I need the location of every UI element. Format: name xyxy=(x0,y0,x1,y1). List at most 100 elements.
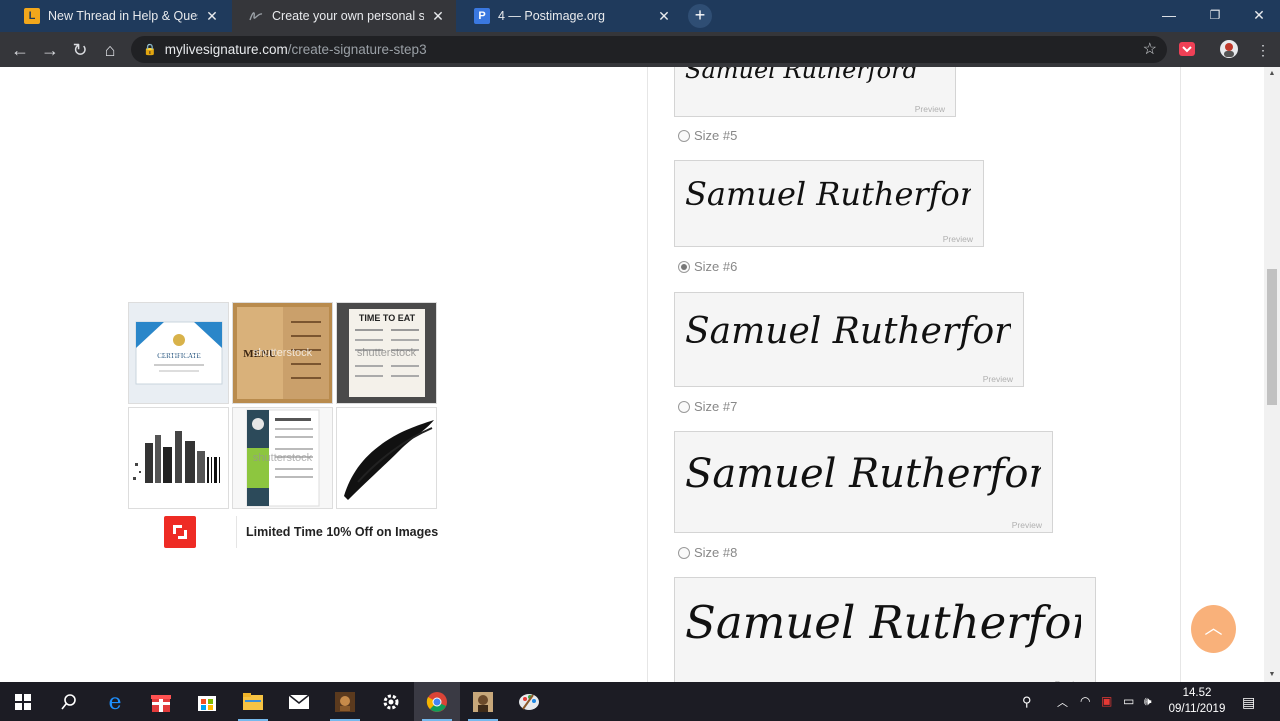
volume-icon[interactable]: 🕪 xyxy=(1144,694,1152,709)
signature-text: Samuel Rutherford xyxy=(685,596,1081,649)
size-8-radio[interactable] xyxy=(678,546,690,559)
size-option-5[interactable]: Size #5 xyxy=(678,128,737,143)
game-app-icon[interactable] xyxy=(322,682,368,721)
size-5-radio[interactable] xyxy=(678,129,690,142)
battery-icon[interactable]: ▭ xyxy=(1123,694,1134,708)
ad-thumb-brush-stroke[interactable] xyxy=(336,407,437,509)
signature-preview-size-8: Samuel Rutherford Preview xyxy=(674,577,1096,682)
ad-thumb-menu[interactable]: MENU shutterstock xyxy=(232,302,333,404)
signature-preview-size-4: Samuel Rutherford Preview xyxy=(674,67,956,117)
l-logo-icon: L xyxy=(24,8,40,24)
signature-image: Samuel Rutherford xyxy=(685,175,971,213)
mail-icon[interactable] xyxy=(276,682,322,721)
scroll-up-arrow-icon[interactable]: ▲ xyxy=(1264,67,1280,81)
url-path: /create-signature-step3 xyxy=(287,42,427,57)
home-icon[interactable]: ⌂ xyxy=(97,37,123,63)
search-icon[interactable] xyxy=(46,682,92,721)
size-option-7[interactable]: Size #7 xyxy=(678,399,737,414)
page-scrollbar[interactable]: ▲ ▼ xyxy=(1264,67,1280,682)
ad-thumb-certificate[interactable]: CERTIFICATE shutterstock xyxy=(128,302,229,404)
system-clock[interactable]: 14.52 09/11/2019 xyxy=(1164,685,1230,717)
advertisement[interactable]: ⓘ ✕ CERTIFICATE shutterstock MENU xyxy=(128,302,440,551)
store-icon[interactable] xyxy=(184,682,230,721)
profile-avatar-icon[interactable] xyxy=(1220,40,1238,58)
minimize-icon[interactable]: — xyxy=(1146,0,1192,30)
scrollbar-thumb[interactable] xyxy=(1267,269,1277,405)
tab-strip: L New Thread in Help & Questions ✕ Creat… xyxy=(0,0,1280,32)
size-label: Size #8 xyxy=(694,545,738,560)
paint-palette-icon[interactable] xyxy=(506,682,552,721)
signature-size-list: Samuel Rutherford Preview Size #5 Samuel… xyxy=(647,67,1181,682)
menu-kebab-icon[interactable]: ⋮ xyxy=(1250,37,1276,63)
svg-text:e: e xyxy=(108,690,121,714)
ad-thumb-city-barcode[interactable] xyxy=(128,407,229,509)
tab-title: 4 — Postimage.org xyxy=(498,9,605,23)
size-label: Size #5 xyxy=(694,128,738,143)
tab-title: New Thread in Help & Questions xyxy=(48,9,198,23)
settings-gear-icon[interactable] xyxy=(368,682,414,721)
signature-image: Samuel Rutherford xyxy=(685,596,1081,649)
scroll-to-top-button[interactable]: ︿ xyxy=(1191,605,1236,653)
ad-thumb-label: TIME TO EAT xyxy=(358,313,415,323)
size-label: Size #6 xyxy=(694,259,738,274)
preview-label: Preview xyxy=(914,104,945,114)
lock-icon: 🔒 xyxy=(143,44,157,56)
tab-create-signature[interactable]: Create your own personal signature ✕ xyxy=(232,0,456,32)
restore-icon[interactable]: ❐ xyxy=(1192,0,1238,30)
windows-start-icon[interactable] xyxy=(0,682,46,721)
character-app-icon[interactable] xyxy=(460,682,506,721)
postimage-icon: P xyxy=(474,8,490,24)
close-icon[interactable]: ✕ xyxy=(430,8,446,25)
internet-explorer-icon[interactable]: e xyxy=(92,682,138,721)
tab-title: Create your own personal signature xyxy=(272,9,424,23)
signature-image: Samuel Rutherford xyxy=(685,311,1011,352)
signature-preview-size-5: Samuel Rutherford Preview xyxy=(674,160,984,247)
size-7-radio[interactable] xyxy=(678,400,690,413)
url-host: mylivesignature.com xyxy=(164,42,288,57)
ad-headline[interactable]: Limited Time 10% Off on Images xyxy=(246,525,438,539)
scroll-down-arrow-icon[interactable]: ▼ xyxy=(1264,668,1280,682)
size-option-6[interactable]: Size #6 xyxy=(678,259,737,274)
divider xyxy=(236,516,237,548)
security-alert-icon[interactable]: ▣ xyxy=(1101,694,1112,708)
size-6-radio[interactable] xyxy=(678,260,690,273)
ad-thumb-resume[interactable]: shutterstock xyxy=(232,407,333,509)
signature-image: Samuel Rutherford xyxy=(685,451,1041,497)
signature-text: Samuel Rutherford xyxy=(685,175,971,213)
people-icon[interactable]: ⚲ xyxy=(1022,694,1032,710)
signature-text: Samuel Rutherford xyxy=(685,451,1041,497)
preview-label: Preview xyxy=(942,234,973,244)
watermark: shutterstock xyxy=(252,347,313,359)
watermark: shutterstock xyxy=(356,347,417,359)
preview-label: Preview xyxy=(1011,520,1042,530)
file-explorer-icon[interactable] xyxy=(230,682,276,721)
gift-box-icon[interactable] xyxy=(138,682,184,721)
browser-toolbar: ← → ↻ ⌂ 🔒 mylivesignature.com/create-sig… xyxy=(0,32,1280,67)
windows-taskbar: e ⚲ ︿ ◠ ▣ ▭ 🕪 14.52 09/11/2019 ▤ xyxy=(0,682,1280,721)
pocket-extension-icon[interactable] xyxy=(1178,40,1196,58)
watermark: shutterstock xyxy=(252,452,313,464)
bookmark-star-icon[interactable]: ☆ xyxy=(1143,39,1157,59)
tab-postimage[interactable]: P 4 — Postimage.org ✕ xyxy=(458,0,682,32)
chrome-icon[interactable] xyxy=(414,682,460,721)
signature-text: Samuel Rutherford xyxy=(685,311,1011,352)
back-icon[interactable]: ← xyxy=(7,37,33,63)
size-label: Size #7 xyxy=(694,399,738,414)
close-icon[interactable]: ✕ xyxy=(204,8,220,25)
tab-help-questions[interactable]: L New Thread in Help & Questions ✕ xyxy=(8,0,230,32)
clock-date: 09/11/2019 xyxy=(1168,703,1226,715)
reload-icon[interactable]: ↻ xyxy=(67,37,93,63)
close-icon[interactable]: ✕ xyxy=(656,8,672,25)
show-hidden-icons-chevron-icon[interactable]: ︿ xyxy=(1057,694,1068,710)
signature-image: Samuel Rutherford xyxy=(685,67,918,84)
shutterstock-logo-icon[interactable] xyxy=(164,516,196,548)
size-option-8[interactable]: Size #8 xyxy=(678,545,737,560)
forward-icon[interactable]: → xyxy=(37,37,63,63)
signature-preview-size-6: Samuel Rutherford Preview xyxy=(674,292,1024,387)
ad-thumb-time-to-eat[interactable]: TIME TO EAT shutterstock xyxy=(336,302,437,404)
wifi-icon[interactable]: ◠ xyxy=(1080,694,1090,708)
new-tab-button[interactable]: + xyxy=(688,4,712,28)
window-close-icon[interactable]: ✕ xyxy=(1236,0,1280,30)
action-center-icon[interactable]: ▤ xyxy=(1242,694,1255,711)
address-bar[interactable]: 🔒 mylivesignature.com/create-signature-s… xyxy=(131,36,1167,63)
